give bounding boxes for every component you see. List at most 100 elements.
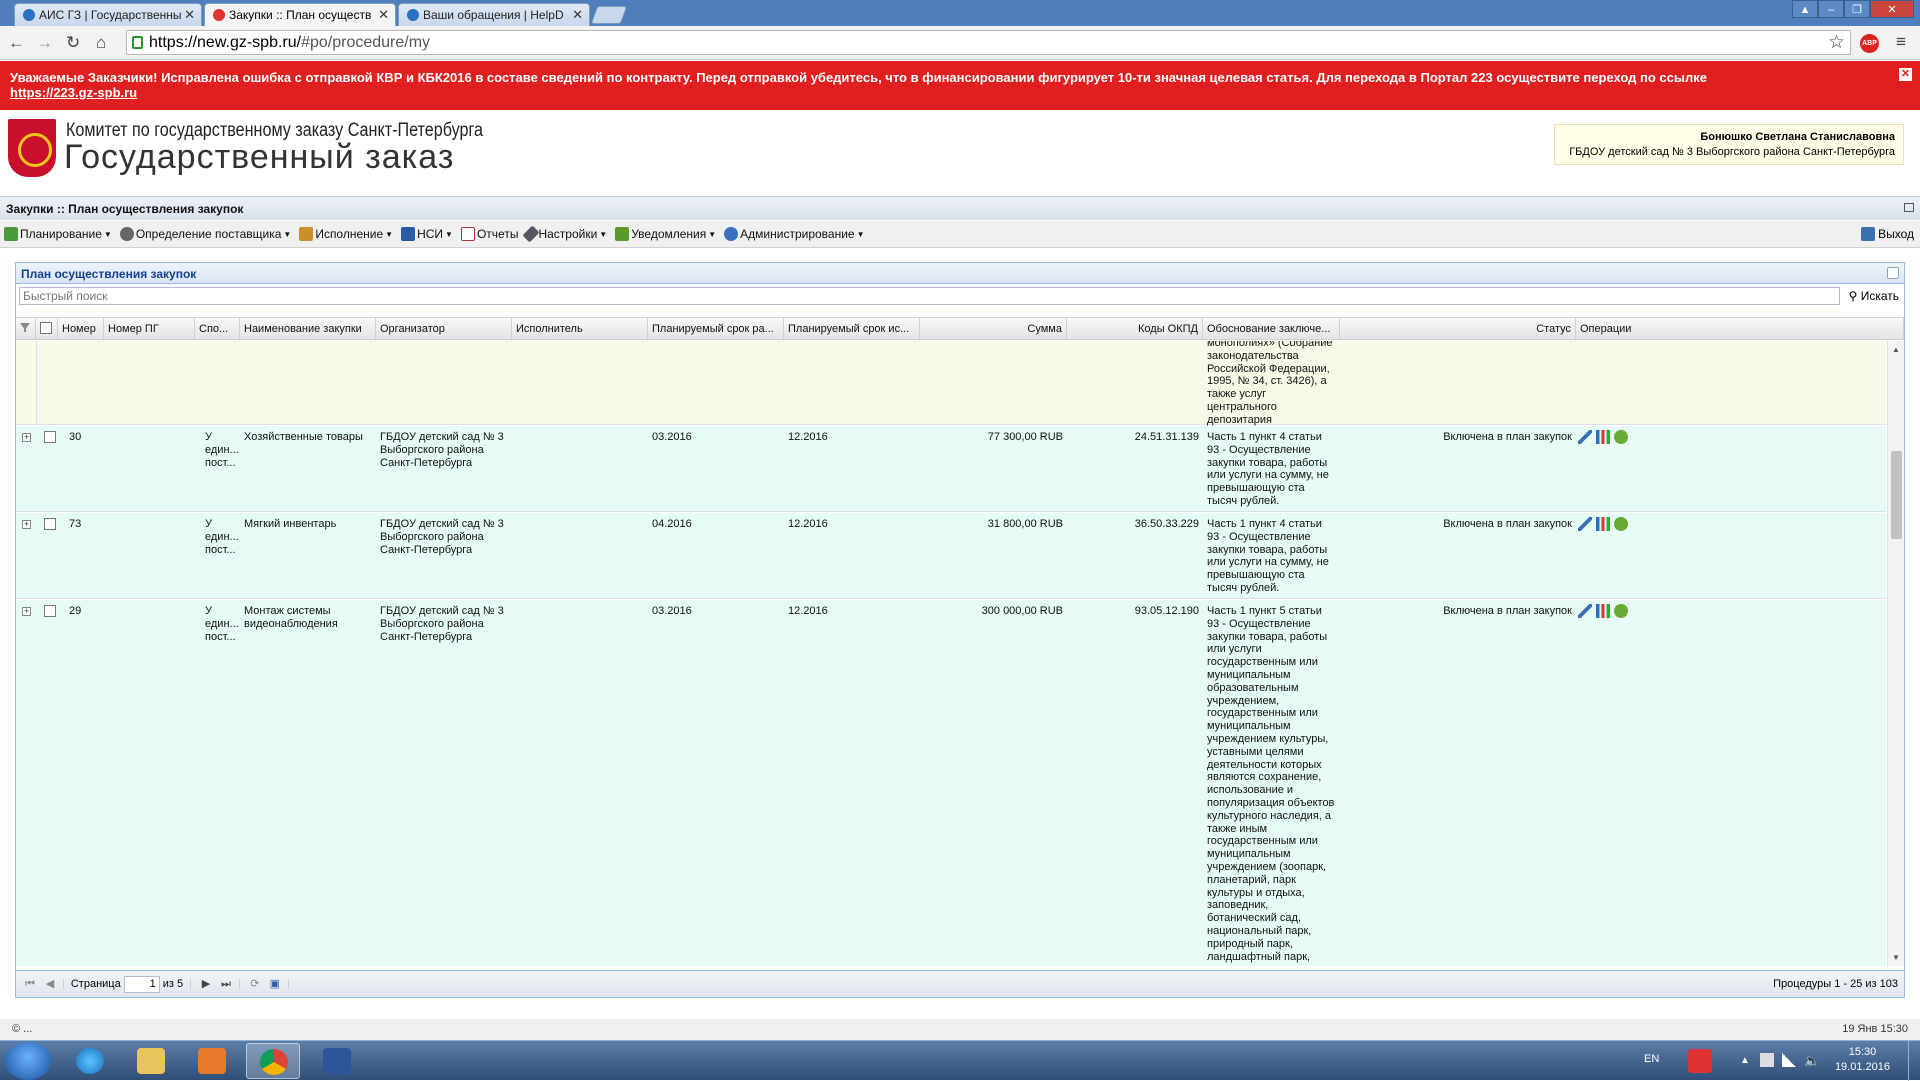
taskbar-word[interactable] bbox=[310, 1043, 364, 1079]
start-button[interactable] bbox=[5, 1042, 51, 1080]
menu-icon[interactable]: ≡ bbox=[1896, 32, 1906, 52]
menu-reports[interactable]: Отчеты bbox=[460, 227, 518, 241]
flag-icon[interactable] bbox=[1760, 1053, 1774, 1067]
tray-expand-icon[interactable]: ▲ bbox=[1740, 1055, 1750, 1066]
home-icon[interactable]: ⌂ bbox=[96, 33, 106, 53]
exit-label: Выход bbox=[1878, 227, 1914, 241]
col-organizer[interactable]: Организатор bbox=[376, 318, 512, 340]
first-page-icon[interactable]: ⏮ bbox=[22, 976, 38, 992]
menu-execution[interactable]: Исполнение ▼ bbox=[299, 227, 393, 241]
edit-icon[interactable] bbox=[1578, 430, 1592, 444]
table-row[interactable]: + 29 У един... пост... Монтаж системы ви… bbox=[16, 600, 1886, 966]
reload-icon[interactable]: ↻ bbox=[66, 33, 80, 53]
select-all-checkbox[interactable] bbox=[40, 322, 52, 334]
chart-icon[interactable] bbox=[1596, 604, 1610, 618]
table-row[interactable]: + 73 У един... пост... Мягкий инвентарь … bbox=[16, 513, 1886, 599]
network-icon[interactable] bbox=[1782, 1053, 1796, 1067]
basis-cell: Часть 1 пункт 4 статьи 93 - Осуществлени… bbox=[1207, 431, 1329, 507]
row-checkbox[interactable] bbox=[44, 431, 56, 443]
col-name[interactable]: Наименование закупки bbox=[240, 318, 376, 340]
refresh-panel-icon[interactable] bbox=[1887, 267, 1899, 279]
next-page-icon[interactable]: ▶ bbox=[198, 976, 214, 992]
browser-tab-helpdesk[interactable]: Ваши обращения | HelpD ✕ bbox=[398, 3, 590, 26]
clock[interactable]: 15:30 19.01.2016 bbox=[1835, 1045, 1890, 1075]
bookmark-star-icon[interactable]: ☆ bbox=[1828, 31, 1845, 54]
taskbar-chrome[interactable] bbox=[246, 1043, 300, 1079]
language-indicator[interactable]: EN bbox=[1644, 1053, 1659, 1065]
expand-row-icon[interactable]: + bbox=[22, 433, 31, 442]
prev-page-icon[interactable]: ◀ bbox=[42, 976, 58, 992]
gear-icon[interactable] bbox=[1614, 430, 1628, 444]
col-sum[interactable]: Сумма bbox=[920, 318, 1067, 340]
col-basis[interactable]: Обоснование заключе... bbox=[1203, 318, 1340, 340]
edit-icon[interactable] bbox=[1578, 604, 1592, 618]
close-tab-icon[interactable]: ✕ bbox=[184, 7, 195, 23]
show-desktop-button[interactable] bbox=[1908, 1041, 1920, 1081]
browser-tab-ais[interactable]: АИС ГЗ | Государственны ✕ bbox=[14, 3, 202, 26]
menu-notifications[interactable]: Уведомления ▼ bbox=[615, 227, 716, 241]
row-checkbox[interactable] bbox=[44, 518, 56, 530]
taskbar-ie[interactable] bbox=[63, 1043, 117, 1079]
save-icon[interactable]: ▣ bbox=[267, 976, 283, 992]
url-input[interactable]: https://new.gz-spb.ru/#po/procedure/my bbox=[126, 30, 1851, 55]
sum-cell: 77 300,00 RUB bbox=[987, 431, 1063, 443]
chart-icon[interactable] bbox=[1596, 430, 1610, 444]
col-okpd[interactable]: Коды ОКПД bbox=[1067, 318, 1203, 340]
scroll-thumb[interactable] bbox=[1891, 451, 1902, 539]
menu-settings[interactable]: Настройки ▼ bbox=[522, 225, 607, 243]
col-status[interactable]: Статус bbox=[1340, 318, 1576, 340]
col-planned-start[interactable]: Планируемый срок ра... bbox=[648, 318, 784, 340]
expand-row-icon[interactable]: + bbox=[22, 607, 31, 616]
filter-column[interactable] bbox=[16, 318, 36, 340]
col-method[interactable]: Спо... bbox=[195, 318, 240, 340]
close-banner-icon[interactable]: ✕ bbox=[1899, 68, 1912, 81]
scroll-down-icon[interactable]: ▼ bbox=[1892, 953, 1900, 962]
maximize-button[interactable]: ❐ bbox=[1844, 0, 1870, 18]
col-planned-end[interactable]: Планируемый срок ис... bbox=[784, 318, 920, 340]
grid-scrollbar[interactable]: ▲ ▼ bbox=[1887, 341, 1904, 966]
expand-row-icon[interactable]: + bbox=[22, 520, 31, 529]
col-pg-number[interactable]: Номер ПГ bbox=[104, 318, 195, 340]
row-checkbox[interactable] bbox=[44, 605, 56, 617]
last-page-icon[interactable]: ⏭ bbox=[218, 976, 234, 992]
exit-button[interactable]: Выход bbox=[1861, 227, 1914, 241]
close-window-button[interactable]: ✕ bbox=[1870, 0, 1914, 18]
collapse-icon[interactable] bbox=[1904, 203, 1914, 212]
portal-223-link[interactable]: https://223.gz-spb.ru bbox=[10, 85, 137, 100]
tab-title: Закупки :: План осуществ bbox=[229, 8, 372, 22]
close-tab-icon[interactable]: ✕ bbox=[572, 7, 583, 23]
main-menu: Планирование ▼ Определение поставщика ▼ Ис… bbox=[0, 221, 1920, 248]
table-row[interactable]: + 30 У един... пост... Хозяйственные тов… bbox=[16, 426, 1886, 512]
volume-icon[interactable]: 🔈 bbox=[1804, 1053, 1820, 1069]
col-number[interactable]: Номер bbox=[58, 318, 104, 340]
basis-cell: Часть 1 пункт 4 статьи 93 - Осуществлени… bbox=[1207, 518, 1329, 594]
menu-admin[interactable]: Администрирование ▼ bbox=[724, 227, 865, 241]
search-button[interactable]: ⚲ Искать bbox=[1849, 289, 1899, 303]
browser-tab-zakupki[interactable]: Закупки :: План осуществ ✕ bbox=[204, 3, 396, 27]
antivirus-icon[interactable] bbox=[1688, 1049, 1712, 1073]
back-icon[interactable]: ← bbox=[8, 33, 25, 53]
new-tab-button[interactable] bbox=[590, 6, 628, 24]
menu-nsi[interactable]: НСИ ▼ bbox=[401, 227, 453, 241]
taskbar-media[interactable] bbox=[185, 1043, 239, 1079]
menu-supplier[interactable]: Определение поставщика ▼ bbox=[119, 227, 291, 241]
col-executor[interactable]: Исполнитель bbox=[512, 318, 648, 340]
table-row[interactable]: монополиях» (Собрание законодательства Р… bbox=[16, 341, 1886, 426]
menu-planning[interactable]: Планирование ▼ bbox=[4, 227, 112, 241]
user-icon[interactable]: ▲ bbox=[1792, 0, 1818, 18]
close-tab-icon[interactable]: ✕ bbox=[378, 7, 389, 23]
adblock-icon[interactable]: ABP bbox=[1860, 34, 1879, 53]
edit-icon[interactable] bbox=[1578, 517, 1592, 531]
taskbar-explorer[interactable] bbox=[124, 1043, 178, 1079]
select-all-column[interactable] bbox=[36, 318, 58, 340]
scroll-up-icon[interactable]: ▲ bbox=[1892, 345, 1900, 354]
gear-icon[interactable] bbox=[1614, 517, 1628, 531]
gear-icon[interactable] bbox=[1614, 604, 1628, 618]
col-operations[interactable]: Операции bbox=[1576, 318, 1904, 340]
forward-icon[interactable]: → bbox=[36, 33, 53, 53]
refresh-icon[interactable]: ⟳ bbox=[247, 976, 263, 992]
page-number-input[interactable] bbox=[123, 975, 160, 993]
minimize-button[interactable]: – bbox=[1818, 0, 1844, 18]
quick-search-input[interactable] bbox=[19, 287, 1840, 305]
chart-icon[interactable] bbox=[1596, 517, 1610, 531]
